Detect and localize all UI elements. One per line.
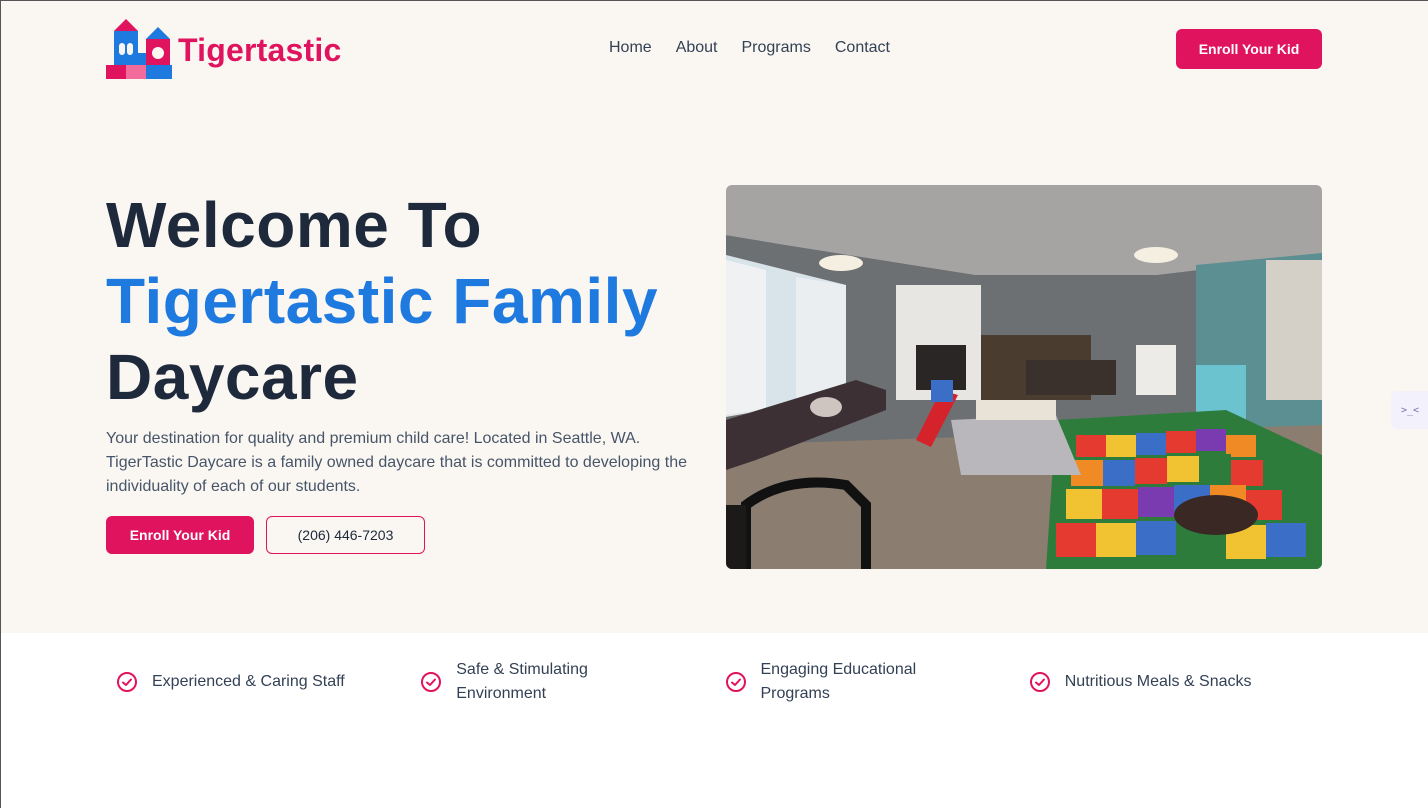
nav-programs[interactable]: Programs <box>742 39 811 57</box>
feature-item: Experienced & Caring Staff <box>106 658 410 706</box>
feature-label: Nutritious Meals & Snacks <box>1064 673 1252 690</box>
daycare-room-illustration <box>726 185 1322 569</box>
hero-description: Your destination for quality and premium… <box>106 430 688 495</box>
nav-about[interactable]: About <box>676 39 718 57</box>
feature-item: Engaging Educational Programs <box>715 658 1019 706</box>
check-circle-icon <box>725 672 746 692</box>
site-header: Tigertastic Home About Programs Contact … <box>106 17 1323 83</box>
feature-item: Nutritious Meals & Snacks <box>1019 658 1323 706</box>
feature-item: Safe & Stimulating Environment <box>410 658 714 706</box>
main-nav: Home About Programs Contact <box>609 39 890 57</box>
logo-text: Tigertastic <box>178 31 342 68</box>
feature-label: Engaging Educational Programs <box>760 661 917 702</box>
hero-title-highlight: Tigertastic Family <box>106 265 659 337</box>
hero-title: Welcome To Tigertastic Family Daycare <box>106 187 706 415</box>
hero-enroll-button[interactable]: Enroll Your Kid <box>106 516 254 554</box>
header-enroll-button[interactable]: Enroll Your Kid <box>1176 29 1322 69</box>
check-circle-icon <box>421 672 442 692</box>
hero-title-line3: Daycare <box>106 341 359 413</box>
features-strip: Experienced & Caring Staff Safe & Stimul… <box>106 658 1323 706</box>
check-circle-icon <box>117 672 137 692</box>
side-widget-button[interactable]: >_< <box>1391 391 1428 429</box>
daycare-room-photo <box>726 185 1322 569</box>
feature-label: Experienced & Caring Staff <box>152 673 345 690</box>
feature-label: Safe & Stimulating Environment <box>456 661 588 702</box>
hero-buttons: Enroll Your Kid (206) 446-7203 <box>106 516 425 554</box>
nav-home[interactable]: Home <box>609 39 652 57</box>
blocks-logo-icon <box>106 19 172 79</box>
phone-button[interactable]: (206) 446-7203 <box>266 516 425 554</box>
check-circle-icon <box>1029 672 1050 692</box>
nav-contact[interactable]: Contact <box>835 39 890 57</box>
site-logo[interactable]: Tigertastic <box>106 17 341 83</box>
hero-title-line1: Welcome To <box>106 189 483 261</box>
